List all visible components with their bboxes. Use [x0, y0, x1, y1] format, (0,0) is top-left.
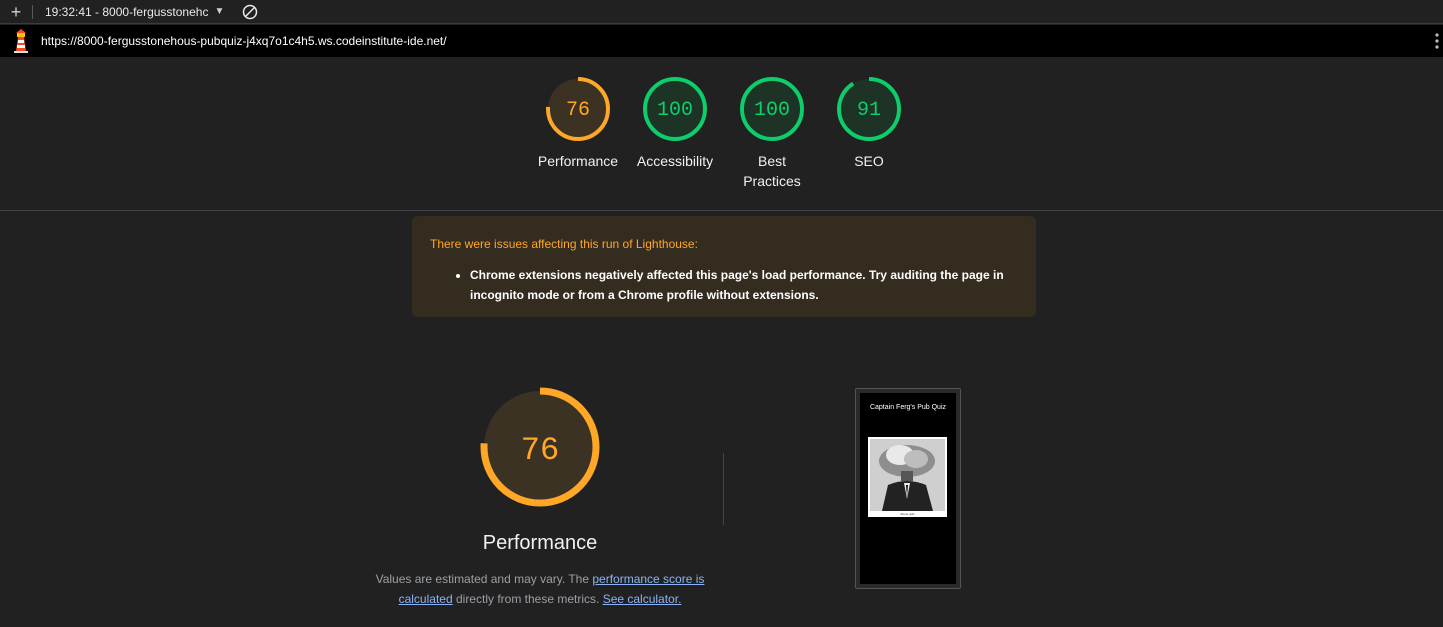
new-report-button[interactable]: + [0, 1, 32, 23]
svg-text:100: 100 [657, 99, 693, 122]
toolbar-divider [32, 4, 33, 19]
gauge-performance[interactable]: 76 Performance [530, 75, 626, 171]
lighthouse-logo-icon [14, 29, 28, 53]
performance-score: 76 [521, 432, 559, 469]
screenshot-screen: Captain Ferg's Pub Quiz Stone quiz [860, 393, 956, 584]
warning-item: Chrome extensions negatively affected th… [470, 265, 1018, 305]
performance-description: Values are estimated and may vary. The p… [370, 569, 710, 609]
section-divider [723, 453, 724, 525]
gauge-accessibility[interactable]: 100 Accessibility [627, 75, 723, 171]
desc-text: Values are estimated and may vary. The [375, 572, 593, 586]
gauge-ring: 76 [546, 77, 610, 141]
gauge-label: SEO [854, 153, 884, 169]
score-gauges: 76 Performance 100 Accessibility 100 Bes… [0, 57, 1443, 211]
final-screenshot[interactable]: Captain Ferg's Pub Quiz Stone quiz [855, 388, 961, 589]
gauge-label: Accessibility [636, 153, 714, 169]
screenshot-title: Captain Ferg's Pub Quiz [869, 404, 947, 411]
gauge-label: Best Practices [743, 153, 801, 189]
photo-image [870, 439, 945, 511]
chevron-down-icon[interactable]: ▼ [214, 6, 224, 17]
see-calculator-link[interactable]: See calculator. [603, 592, 682, 606]
url-bar: https://8000-fergusstonehous-pubquiz-j4x… [0, 25, 1443, 57]
gauge-label: Performance [537, 153, 619, 169]
warnings-list: Chrome extensions negatively affected th… [430, 265, 1018, 305]
gauge-ring: 100 [740, 77, 804, 141]
svg-text:100: 100 [754, 99, 790, 122]
svg-text:76: 76 [566, 99, 590, 122]
gauge-ring: 91 [837, 77, 901, 141]
gauge-ring: 100 [643, 77, 707, 141]
gauge-best-practices[interactable]: 100 Best Practices [724, 75, 820, 191]
report-url: https://8000-fergusstonehous-pubquiz-j4x… [41, 34, 447, 48]
photo-caption: Stone quiz [900, 512, 915, 516]
performance-section: 76 Performance Values are estimated and … [0, 360, 1443, 627]
warnings-box: There were issues affecting this run of … [412, 216, 1036, 317]
more-options-icon[interactable] [1435, 31, 1439, 51]
desc-text: directly from these metrics. [452, 592, 603, 606]
gauge-seo[interactable]: 91 SEO [821, 75, 917, 171]
performance-gauge: 76 [480, 387, 600, 507]
performance-title: Performance [482, 532, 598, 554]
report-selector[interactable]: 19:32:41 - 8000-fergusstonehc [45, 5, 208, 19]
svg-text:91: 91 [857, 99, 881, 122]
devtools-toolbar: + 19:32:41 - 8000-fergusstonehc ▼ [0, 0, 1443, 24]
warnings-title: There were issues affecting this run of … [430, 237, 698, 251]
clear-block-icon[interactable] [242, 4, 258, 20]
screenshot-photo: Stone quiz [868, 437, 947, 517]
